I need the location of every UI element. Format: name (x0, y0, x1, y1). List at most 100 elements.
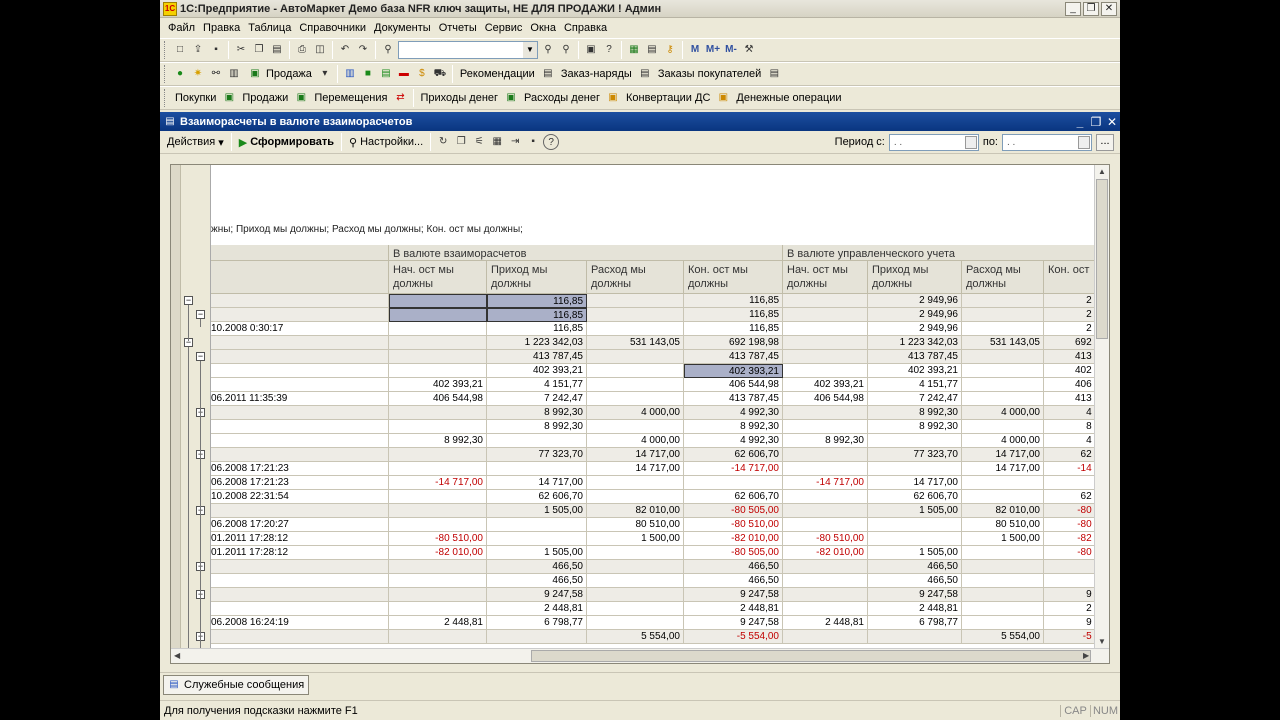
bag-icon[interactable]: $ (414, 66, 430, 82)
find-next-icon[interactable]: ⚲ (540, 42, 556, 58)
table-row[interactable]: 06.2008 16:24:19 2 448,81 6 798,77 9 247,58… (211, 616, 1095, 630)
table-row[interactable]: 9 247,58 9 247,58 9 247,58 9 2 (211, 588, 1095, 602)
value-cell[interactable]: 466,50 (684, 560, 783, 574)
menu-documents[interactable]: Документы (370, 22, 435, 34)
value-cell[interactable] (868, 532, 962, 546)
value-cell[interactable] (684, 476, 783, 490)
value-cell[interactable]: -80 510,00 (783, 532, 868, 546)
row-label-cell[interactable]: 10.2008 22:31:54 (211, 490, 389, 504)
value-cell[interactable]: 406 544,98 (783, 392, 868, 406)
value-cell[interactable] (587, 574, 684, 588)
value-cell[interactable] (587, 294, 684, 308)
table-row[interactable]: 413 787,45 413 787,45 413 787,45 413 7 (211, 350, 1095, 364)
value-cell[interactable] (962, 574, 1044, 588)
value-cell[interactable]: 466,50 (868, 574, 962, 588)
help-icon[interactable]: ? (601, 42, 617, 58)
customer-orders-button[interactable]: Заказы покупателей (655, 64, 765, 84)
value-cell[interactable]: 8 992,30 (487, 406, 587, 420)
value-cell[interactable]: 6 798,77 (487, 616, 587, 630)
value-cell[interactable]: 406 544,98 (684, 378, 783, 392)
value-cell[interactable] (962, 364, 1044, 378)
menu-edit[interactable]: Правка (199, 22, 244, 34)
copy-icon[interactable]: ❐ (251, 42, 267, 58)
cash-in-icon[interactable]: ▣ (503, 90, 519, 106)
value-cell[interactable] (962, 350, 1044, 364)
row-label-cell[interactable] (211, 336, 389, 350)
collapse-group-icon[interactable]: − (196, 310, 205, 319)
value-cell[interactable] (389, 490, 487, 504)
value-cell[interactable]: 692 198,98 (684, 336, 783, 350)
value-cell[interactable] (389, 588, 487, 602)
search-combo[interactable]: ▼ (398, 41, 538, 59)
table-row[interactable]: 8 992,30 4 000,00 4 992,30 8 992,30 4 000,00… (211, 406, 1095, 420)
table-row[interactable]: 402 393,21 4 151,77 406 544,98 402 393,21 4 … (211, 378, 1095, 392)
value-cell[interactable]: 9 247,58 (868, 588, 962, 602)
sun-icon[interactable]: ✷ (190, 66, 206, 82)
value-cell[interactable]: 14 717,00 (587, 448, 684, 462)
value-cell[interactable]: 9 2 (1044, 616, 1095, 630)
sales-button[interactable]: Продажи (239, 88, 291, 108)
open-icon[interactable]: ⇪ (190, 42, 206, 58)
menu-reports[interactable]: Отчеты (435, 22, 481, 34)
value-cell[interactable]: 116,85 (487, 322, 587, 336)
chart-icon[interactable]: ▥ (342, 66, 358, 82)
row-label-cell[interactable]: 06.2008 17:21:23 (211, 476, 389, 490)
row-label-cell[interactable] (211, 588, 389, 602)
value-cell[interactable] (487, 462, 587, 476)
value-cell[interactable]: 8 992,30 (684, 420, 783, 434)
value-cell[interactable]: 402 393,21 (684, 364, 783, 378)
tools-icon[interactable]: ⚒ (741, 42, 757, 58)
value-cell[interactable]: 1 505,00 (487, 504, 587, 518)
horizontal-scrollbar[interactable]: ◀ ▶ (171, 648, 1109, 663)
value-cell[interactable] (487, 532, 587, 546)
row-label-cell[interactable] (211, 378, 389, 392)
table-row[interactable]: 06.2008 17:20:27 80 510,00 -80 510,00 80 51… (211, 518, 1095, 532)
find-icon[interactable]: ⚲ (380, 42, 396, 58)
table-row[interactable]: 8 992,30 4 000,00 4 992,30 8 992,30 4 000,00… (211, 434, 1095, 448)
vertical-scroll-thumb[interactable] (1096, 179, 1108, 339)
value-cell[interactable]: 4 992,30 (684, 434, 783, 448)
value-cell[interactable] (868, 462, 962, 476)
save-icon[interactable]: ▪ (208, 42, 224, 58)
value-cell[interactable]: 413 7 (1044, 392, 1095, 406)
value-cell[interactable] (389, 602, 487, 616)
value-cell[interactable] (587, 420, 684, 434)
value-cell[interactable]: 402 393,21 (868, 364, 962, 378)
table-row[interactable]: 402 393,21 402 393,21 402 393,21 402 3 (211, 364, 1095, 378)
value-cell[interactable] (783, 518, 868, 532)
document-icon[interactable]: ▤ (637, 66, 653, 82)
value-cell[interactable]: 116,85 (684, 322, 783, 336)
value-cell[interactable] (389, 448, 487, 462)
value-cell[interactable]: -80 510,00 (684, 518, 783, 532)
purchases-button[interactable]: Покупки (172, 88, 219, 108)
table-row[interactable]: 77 323,70 14 717,00 62 606,70 77 323,70 14 7… (211, 448, 1095, 462)
value-cell[interactable]: 466,50 (487, 574, 587, 588)
value-cell[interactable]: -82 010,00 (389, 546, 487, 560)
value-cell[interactable]: 4 151,77 (487, 378, 587, 392)
value-cell[interactable]: 2 448,81 (684, 602, 783, 616)
value-cell[interactable]: 80 510,00 (587, 518, 684, 532)
value-cell[interactable] (389, 336, 487, 350)
value-cell[interactable] (389, 294, 487, 308)
value-cell[interactable] (783, 448, 868, 462)
value-cell[interactable]: 77 323,70 (487, 448, 587, 462)
table-row[interactable]: 466,50 466,50 466,50 4 (211, 574, 1095, 588)
value-cell[interactable] (783, 560, 868, 574)
value-cell[interactable]: 14 717,00 (962, 462, 1044, 476)
value-cell[interactable] (587, 322, 684, 336)
value-cell[interactable] (783, 504, 868, 518)
value-cell[interactable] (389, 630, 487, 644)
value-cell[interactable] (783, 350, 868, 364)
value-cell[interactable] (783, 420, 868, 434)
memory-plus-icon[interactable]: M+ (705, 42, 721, 58)
value-cell[interactable] (587, 392, 684, 406)
collapse-group-icon[interactable]: − (196, 352, 205, 361)
value-cell[interactable] (962, 588, 1044, 602)
value-cell[interactable]: 116,85 (684, 308, 783, 322)
value-cell[interactable]: 8 992,30 (389, 434, 487, 448)
copy-icon[interactable]: ❐ (453, 134, 469, 150)
value-cell[interactable]: 4 9 (1044, 434, 1095, 448)
undo-icon[interactable]: ↶ (337, 42, 353, 58)
value-cell[interactable]: 62 606,70 (868, 490, 962, 504)
scroll-up-icon[interactable]: ▲ (1098, 167, 1106, 176)
